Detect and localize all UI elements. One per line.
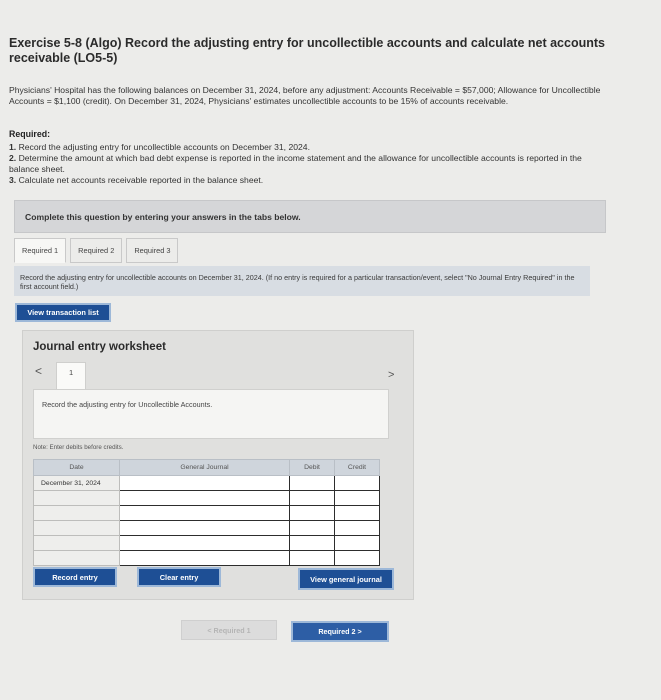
debit-input[interactable] — [289, 550, 335, 566]
debit-input[interactable] — [289, 520, 335, 536]
view-transaction-list-button[interactable]: View transaction list — [15, 303, 111, 322]
column-general-journal: General Journal — [119, 459, 290, 476]
exercise-title: Exercise 5-8 (Algo) Record the adjusting… — [9, 36, 605, 65]
column-date: Date — [33, 459, 120, 476]
credit-input[interactable] — [334, 505, 380, 521]
clear-entry-button[interactable]: Clear entry — [137, 567, 221, 587]
credit-input[interactable] — [334, 550, 380, 566]
journal-table: Date General Journal Debit Credit Decemb… — [33, 459, 380, 566]
required-heading: Required: — [9, 129, 51, 139]
chevron-left-icon[interactable]: < — [35, 364, 42, 378]
worksheet-heading: Journal entry worksheet — [33, 341, 166, 353]
credit-input[interactable] — [334, 520, 380, 536]
account-input[interactable] — [119, 535, 290, 551]
chevron-right-icon[interactable]: > — [388, 369, 394, 381]
credit-input[interactable] — [334, 535, 380, 551]
table-row — [33, 535, 380, 551]
exercise-description: Physicians' Hospital has the following b… — [9, 85, 601, 106]
table-row: December 31, 2024 — [33, 475, 380, 491]
debit-input[interactable] — [289, 475, 335, 491]
requirement-1: 1. Record the adjusting entry for uncoll… — [9, 142, 310, 152]
tab-required-2[interactable]: Required 2 — [70, 238, 123, 263]
entry-description: Record the adjusting entry for Uncollect… — [33, 389, 389, 439]
view-general-journal-button[interactable]: View general journal — [298, 568, 394, 590]
tab-required-1[interactable]: Required 1 — [14, 238, 67, 263]
date-cell — [33, 520, 120, 536]
account-input[interactable] — [119, 520, 290, 536]
credit-input[interactable] — [334, 490, 380, 506]
account-input[interactable] — [119, 505, 290, 521]
entry-note: Note: Enter debits before credits. — [33, 444, 124, 451]
entry-tab-1[interactable]: 1 — [56, 362, 86, 390]
account-input[interactable] — [119, 550, 290, 566]
table-row — [33, 505, 380, 521]
date-cell — [33, 550, 120, 566]
required-tabs: Required 1 Required 2 Required 3 — [14, 238, 182, 264]
table-row — [33, 490, 380, 506]
next-required-button[interactable]: Required 2 > — [291, 621, 389, 642]
requirements-list: 1. Record the adjusting entry for uncoll… — [9, 142, 609, 186]
record-entry-button[interactable]: Record entry — [33, 567, 117, 587]
debit-input[interactable] — [289, 490, 335, 506]
date-cell — [33, 535, 120, 551]
instructions-banner: Complete this question by entering your … — [14, 200, 606, 233]
debit-input[interactable] — [289, 505, 335, 521]
date-cell: December 31, 2024 — [33, 475, 120, 491]
credit-input[interactable] — [334, 475, 380, 491]
account-input[interactable] — [119, 490, 290, 506]
prev-required-button[interactable]: < Required 1 — [181, 620, 277, 640]
date-cell — [33, 490, 120, 506]
tab-instruction: Record the adjusting entry for uncollect… — [14, 266, 590, 296]
requirement-2: 2. Determine the amount at which bad deb… — [9, 153, 582, 174]
requirement-3: 3. Calculate net accounts receivable rep… — [9, 175, 264, 185]
tab-required-3[interactable]: Required 3 — [126, 238, 179, 263]
debit-input[interactable] — [289, 535, 335, 551]
date-cell — [33, 505, 120, 521]
account-input[interactable] — [119, 475, 290, 491]
table-row — [33, 520, 380, 536]
journal-entry-worksheet: Journal entry worksheet < 1 > Record the… — [22, 330, 414, 600]
column-credit: Credit — [334, 459, 380, 476]
table-row — [33, 550, 380, 566]
column-debit: Debit — [289, 459, 335, 476]
